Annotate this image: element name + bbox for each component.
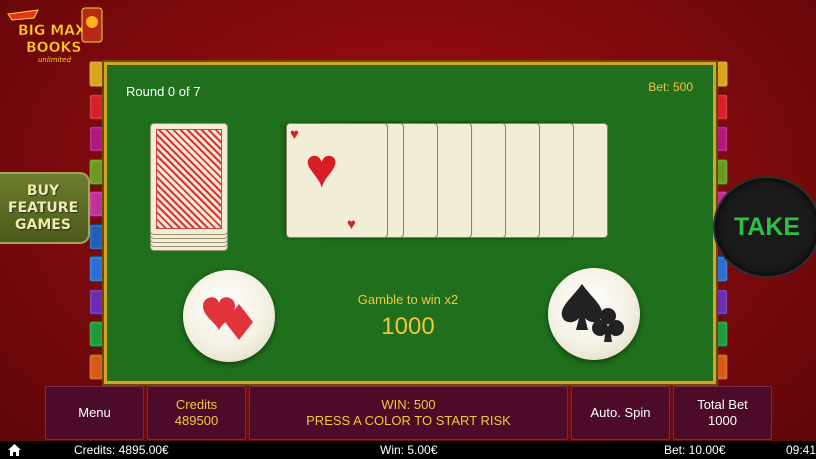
gamble-amount: 1000 [381, 313, 435, 340]
logo-line3: unlimited [38, 56, 72, 64]
win-prompt: PRESS A COLOR TO START RISK [306, 413, 511, 428]
logo-line2: BOOKS [26, 40, 81, 56]
table-bet: Bet: 500 [648, 80, 693, 94]
card-deck [150, 123, 234, 253]
autospin-label: Auto. Spin [590, 405, 651, 420]
line-marker [89, 288, 104, 315]
line-marker [89, 61, 104, 87]
total-bet-button[interactable]: Total Bet 1000 [673, 386, 772, 440]
card-back-pattern [156, 129, 222, 229]
buy-feature-games-button[interactable]: BUY FEATURE GAMES [0, 172, 90, 244]
status-credits: Credits: 4895.00€ [74, 443, 169, 457]
game-logo: BIG MAX BOOKS unlimited [4, 2, 104, 64]
black-color-button[interactable] [548, 268, 640, 360]
credits-panel: Credits 489500 [147, 386, 246, 440]
win-panel: WIN: 500 PRESS A COLOR TO START RISK [249, 386, 568, 440]
autospin-button[interactable]: Auto. Spin [571, 386, 670, 440]
line-marker [89, 256, 104, 282]
status-bar: Credits: 4895.00€ Win: 5.00€ Bet: 10.00€… [0, 441, 816, 459]
line-marker [89, 353, 104, 380]
line-marker [89, 191, 104, 217]
line-marker [89, 158, 104, 185]
take-button[interactable]: TAKE [713, 176, 816, 278]
total-bet-label: Total Bet [697, 397, 748, 412]
history-card: ♥ ♥ ♥ [286, 123, 388, 238]
status-win: Win: 5.00€ [380, 443, 438, 457]
heart-icon: ♥ [290, 126, 299, 143]
line-marker [89, 321, 104, 347]
win-line: WIN: 500 [381, 397, 436, 412]
take-label: TAKE [733, 212, 801, 241]
gamble-label: Gamble to win x2 [357, 292, 459, 307]
logo-line1: BIG MAX [18, 23, 86, 39]
red-color-button[interactable] [183, 270, 275, 362]
credits-label: Credits [175, 397, 218, 412]
heart-icon: ♥ [305, 136, 339, 199]
buy-feature-label: BUY FEATURE GAMES [8, 182, 79, 233]
round-counter: Round 0 of 7 [126, 84, 201, 99]
total-bet-value: 1000 [708, 413, 737, 428]
line-marker [89, 223, 104, 250]
line-marker [89, 126, 104, 152]
menu-button[interactable]: Menu [45, 386, 144, 440]
home-icon[interactable] [8, 444, 21, 456]
status-time: 09:41 [786, 443, 816, 457]
credits-value: 489500 [174, 413, 219, 428]
menu-label: Menu [78, 405, 111, 420]
status-bet: Bet: 10.00€ [664, 443, 726, 457]
line-marker [89, 93, 104, 120]
heart-icon: ♥ [347, 216, 356, 233]
